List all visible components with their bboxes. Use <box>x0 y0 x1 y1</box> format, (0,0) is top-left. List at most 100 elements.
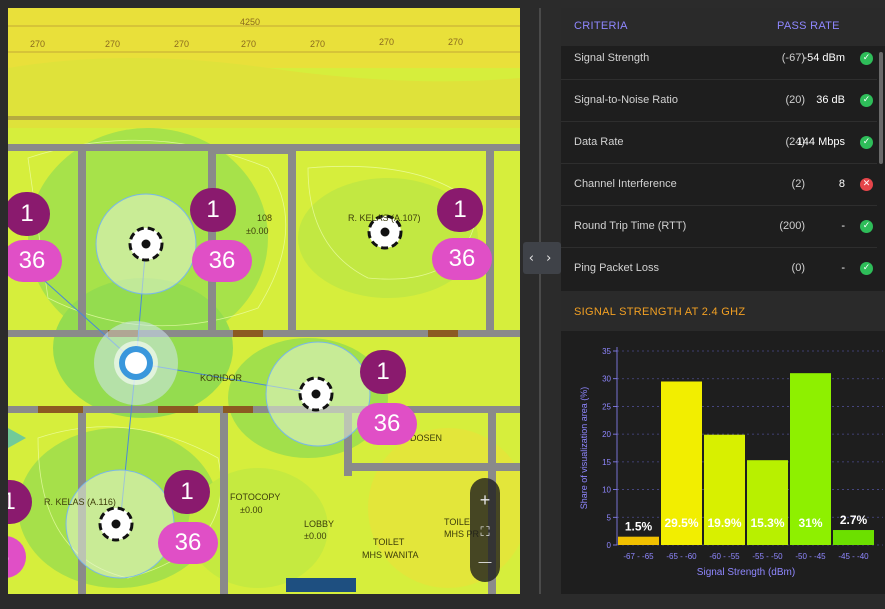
room-label: KORIDOR <box>200 373 243 383</box>
dimension-label: 270 <box>174 39 190 49</box>
criteria-label: Data Rate <box>574 136 624 148</box>
app-root: 4250 270 270 270 270 270 270 270 108 ±0.… <box>0 0 885 609</box>
panel-toggle-button[interactable]: ‹ › <box>523 242 561 274</box>
fail-x-icon: ✕ <box>860 178 873 191</box>
pass-check-icon: ✓ <box>860 94 873 107</box>
criteria-value: 8 <box>838 178 845 190</box>
ap-channel-badge[interactable]: 36 <box>192 240 252 282</box>
ap-channel-badge[interactable]: 36 <box>432 238 492 280</box>
criteria-label: Signal Strength <box>574 52 650 64</box>
dimension-label: 270 <box>241 39 257 49</box>
ap-radio-count-badge[interactable]: 1 <box>360 350 406 394</box>
criteria-row-signal-strength[interactable]: Signal Strength (-67) -54 dBm ✓ <box>561 38 877 80</box>
pass-check-icon: ✓ <box>860 52 873 65</box>
chart-y-tick-label: 10 <box>602 486 611 495</box>
fit-view-button[interactable]: ⛶ <box>470 518 500 546</box>
ap-radio-count-badge[interactable]: 1 <box>164 470 210 514</box>
chart-data-label: 19.9% <box>707 516 741 530</box>
zoom-in-button[interactable]: + <box>470 486 500 514</box>
criteria-label: Channel Interference <box>574 178 677 190</box>
dimension-label: 270 <box>379 37 395 47</box>
room-label: TOILET <box>373 537 405 547</box>
pass-check-icon: ✓ <box>860 262 873 275</box>
dimension-label: 270 <box>310 39 326 49</box>
room-label: MHS WANITA <box>362 550 419 560</box>
signal-section-title: SIGNAL STRENGTH AT 2.4 GHZ <box>574 306 746 318</box>
ap-channel-badge[interactable]: 36 <box>158 522 218 564</box>
criteria-requirement: (2) <box>791 178 805 190</box>
criteria-requirement: (20) <box>785 94 805 106</box>
criteria-requirement: (-67) <box>781 52 805 64</box>
ap-channel-badge[interactable]: 36 <box>357 403 417 445</box>
criteria-label: Signal-to-Noise Ratio <box>574 94 678 106</box>
chart-x-tick-label: -45 - -40 <box>838 552 869 561</box>
ap-radio-count-badge[interactable]: 1 <box>437 188 483 232</box>
criteria-row-ping-loss[interactable]: Ping Packet Loss (0) - ✓ <box>561 248 877 290</box>
ap-radio-count-badge[interactable]: 1 <box>190 188 236 232</box>
chart-y-tick-label: 0 <box>607 541 612 550</box>
criteria-column-header: CRITERIA <box>574 20 628 32</box>
criteria-requirement: (200) <box>779 220 805 232</box>
pass-check-icon: ✓ <box>860 220 873 233</box>
chart-x-axis-title: Signal Strength (dBm) <box>697 567 795 578</box>
chart-y-tick-label: 25 <box>602 402 611 411</box>
room-label: ±0.00 <box>304 531 327 541</box>
criteria-scrollbar[interactable] <box>879 52 883 164</box>
pass-check-icon: ✓ <box>860 136 873 149</box>
chart-y-axis-title: Share of visualization area (%) <box>579 387 589 510</box>
zoom-controls: + ⛶ — <box>470 478 500 582</box>
chart-bar <box>833 530 874 545</box>
chart-x-tick-label: -65 - -60 <box>666 552 697 561</box>
chart-data-label: 1.5% <box>625 520 653 534</box>
criteria-row-data-rate[interactable]: Data Rate (24) 144 Mbps ✓ <box>561 122 877 164</box>
panel-splitter[interactable] <box>520 8 560 594</box>
chart-x-tick-label: -55 - -50 <box>752 552 783 561</box>
criteria-requirement: (0) <box>791 262 805 274</box>
chart-y-tick-label: 20 <box>602 430 611 439</box>
analysis-panel: CRITERIA PASS RATE Signal Strength (-67)… <box>561 8 885 594</box>
room-label: FOTOCOPY <box>230 492 281 502</box>
chart-y-tick-label: 35 <box>602 347 611 356</box>
chart-data-label: 29.5% <box>664 516 698 530</box>
room-label: DOSEN <box>410 433 443 443</box>
chart-data-label: 15.3% <box>750 516 784 530</box>
dimension-label: 4250 <box>240 17 261 27</box>
criteria-value: -54 dBm <box>803 52 845 64</box>
criteria-value: 36 dB <box>816 94 845 106</box>
chart-y-tick-label: 5 <box>607 513 612 522</box>
chart-data-label: 2.7% <box>840 513 868 527</box>
chart-bar <box>618 536 659 545</box>
pass-rate-column-header: PASS RATE <box>777 20 840 32</box>
criteria-value: 144 Mbps <box>796 136 845 148</box>
criteria-row-channel-interference[interactable]: Channel Interference (2) 8 ✕ <box>561 164 877 206</box>
criteria-row-snr[interactable]: Signal-to-Noise Ratio (20) 36 dB ✓ <box>561 80 877 122</box>
ap-channel-badge[interactable]: 36 <box>8 240 62 282</box>
chart-x-tick-label: -50 - -45 <box>795 552 826 561</box>
floor-plan-map[interactable]: 4250 270 270 270 270 270 270 270 108 ±0.… <box>8 8 520 594</box>
chart-y-tick-label: 30 <box>602 375 611 384</box>
chart-data-label: 31% <box>798 516 822 530</box>
dimension-label: 270 <box>448 37 464 47</box>
criteria-label: Ping Packet Loss <box>574 262 659 274</box>
zoom-out-button[interactable]: — <box>470 548 500 576</box>
ap-radio-count-badge[interactable]: 1 <box>8 192 50 236</box>
chart-y-tick-label: 15 <box>602 458 611 467</box>
room-label: 108 <box>257 213 273 223</box>
dimension-label: 270 <box>105 39 121 49</box>
room-label: ±0.00 <box>240 505 263 515</box>
chart-x-tick-label: -60 - -55 <box>709 552 740 561</box>
room-label: TOILE <box>444 517 470 527</box>
splitter-line <box>539 8 541 594</box>
room-label: R. KELAS (A.107) <box>348 213 421 223</box>
dimension-label: 270 <box>30 39 46 49</box>
criteria-value: - <box>841 262 845 274</box>
chart-x-tick-label: -67 - -65 <box>623 552 654 561</box>
criteria-label: Round Trip Time (RTT) <box>574 220 687 232</box>
criteria-value: - <box>841 220 845 232</box>
chart-bar <box>747 460 788 545</box>
room-label: ±0.00 <box>246 226 269 236</box>
signal-strength-histogram: 0 5 10 15 20 25 30 35 1.5% -67 - -65 29.5% -65 - -6… <box>579 347 883 578</box>
criteria-row-rtt[interactable]: Round Trip Time (RTT) (200) - ✓ <box>561 206 877 248</box>
room-label: R. KELAS (A.116) <box>44 497 116 507</box>
room-label: LOBBY <box>304 519 335 529</box>
